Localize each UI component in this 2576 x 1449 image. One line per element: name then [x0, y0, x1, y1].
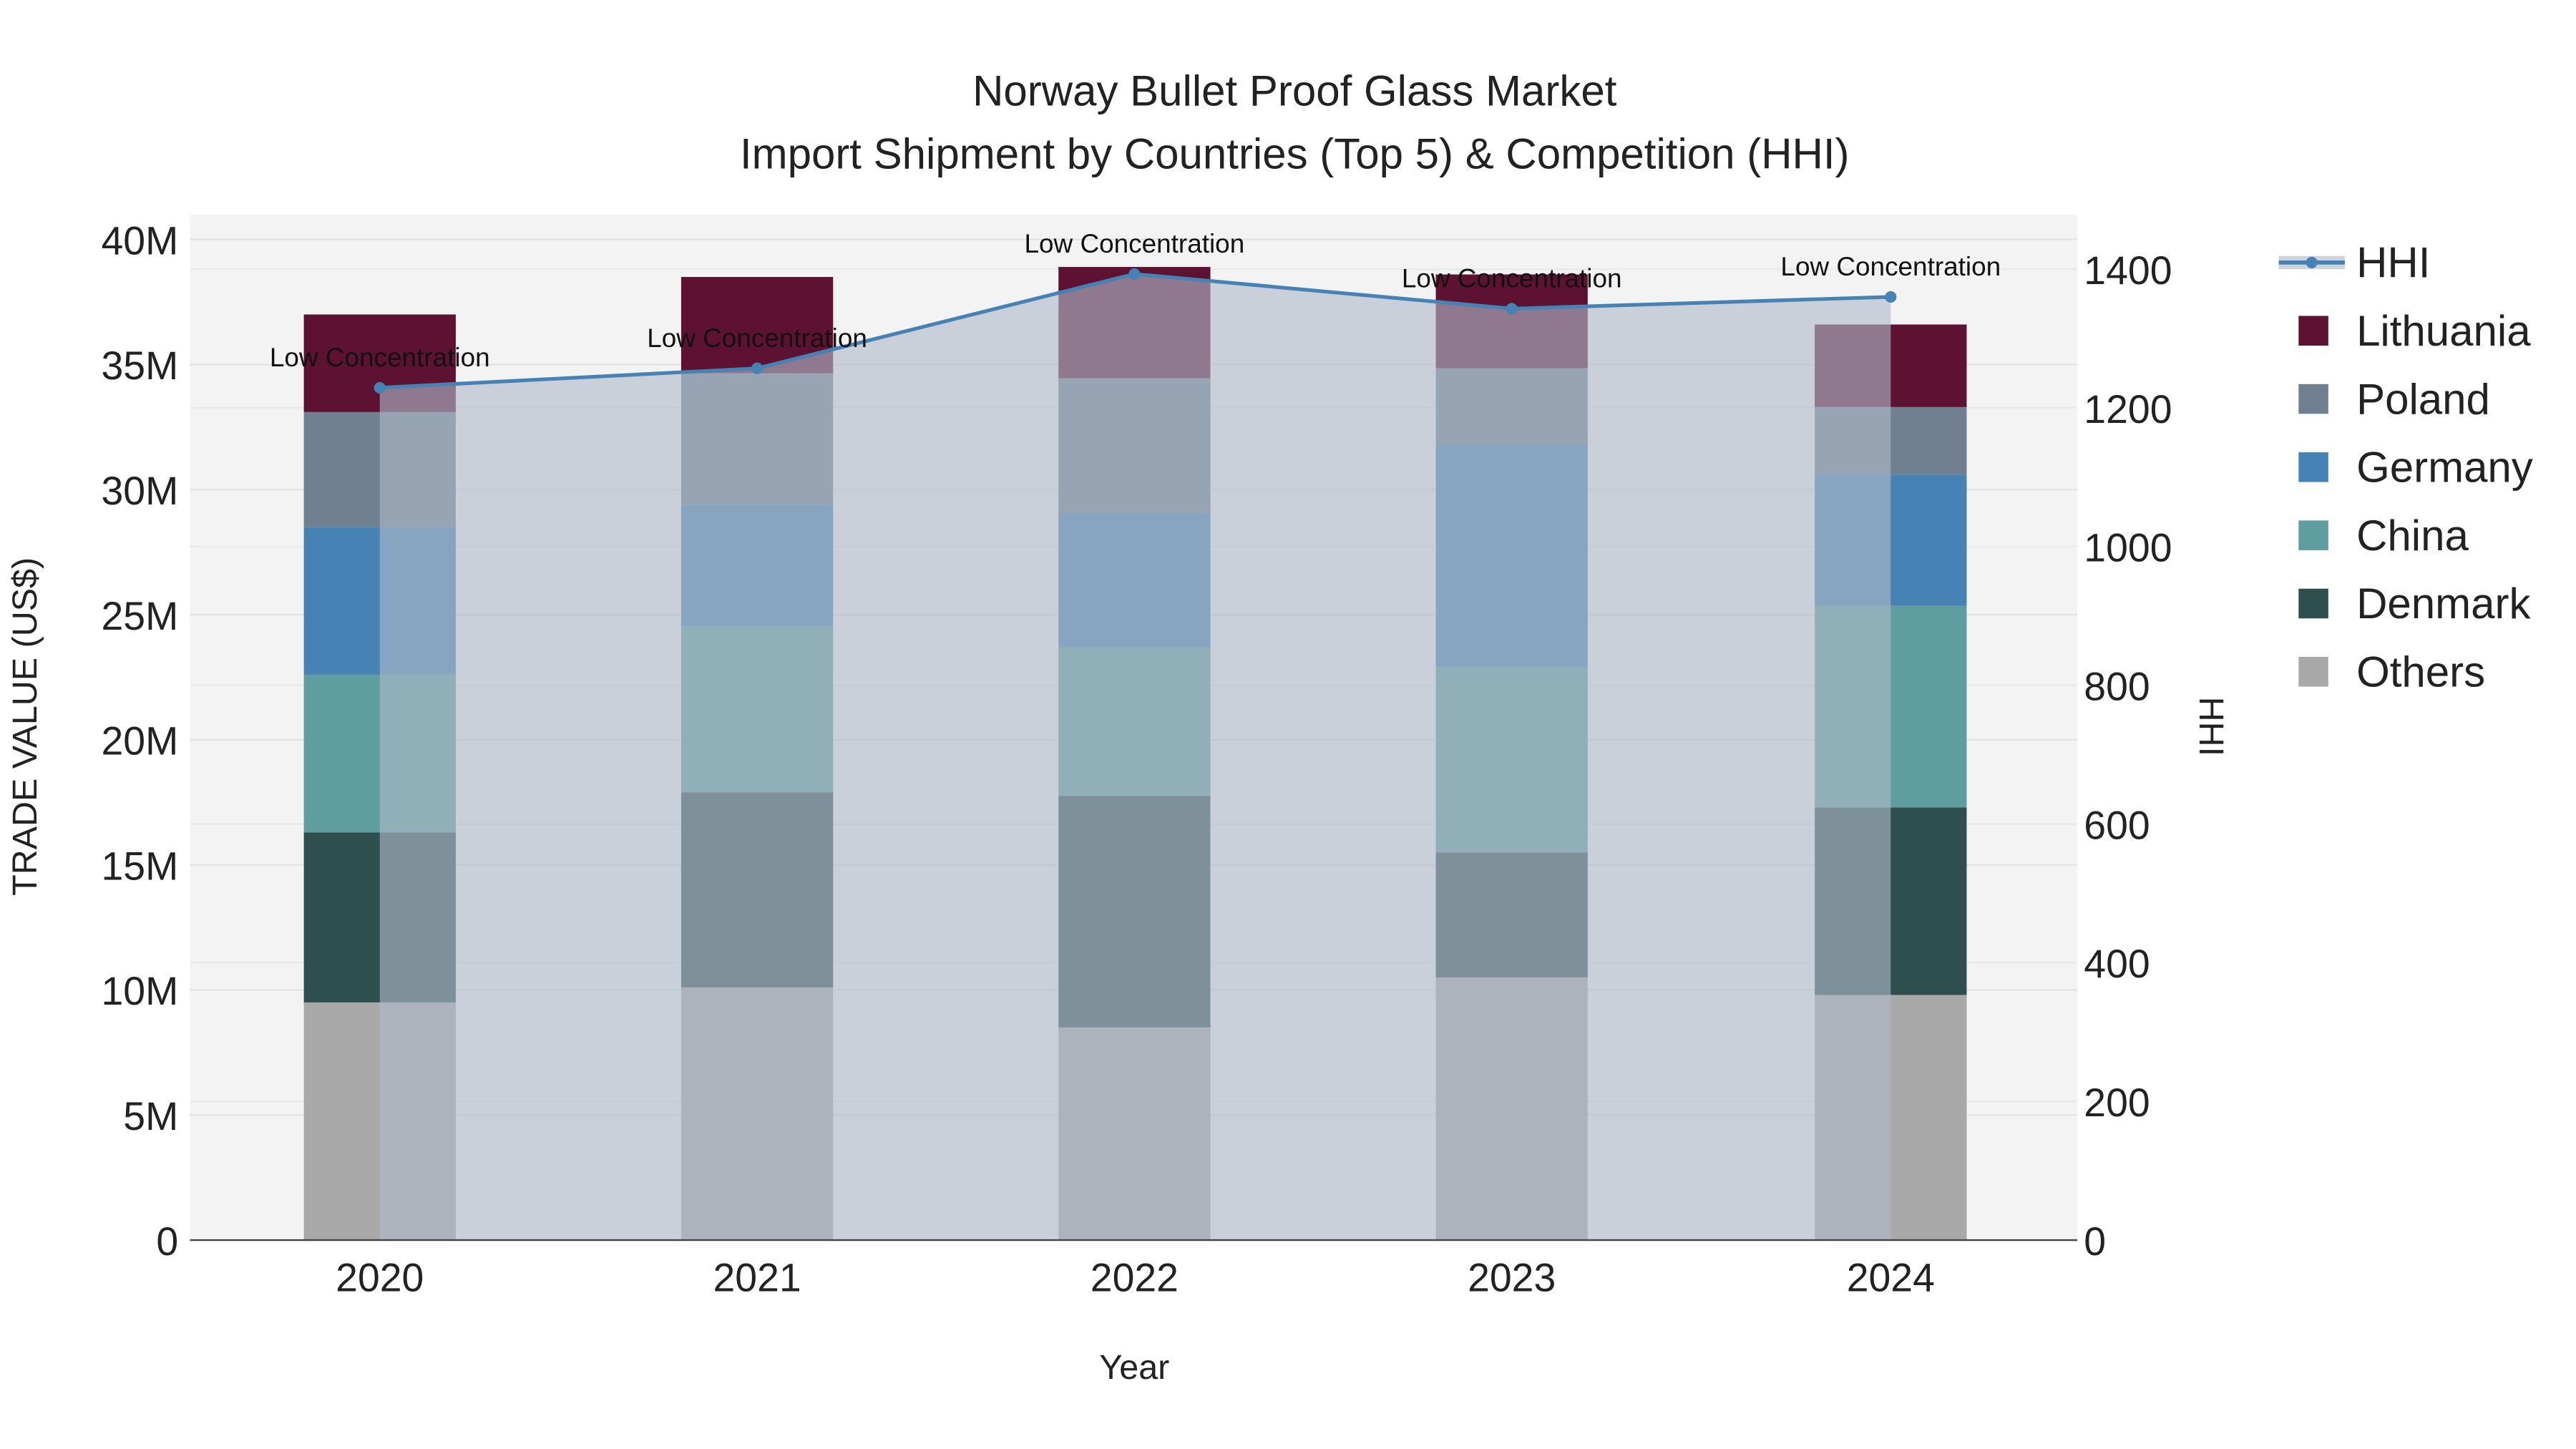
hhi-area	[379, 273, 1891, 1241]
legend: HHI Lithuania Poland Germany China Denmark Oth…	[2278, 239, 2533, 696]
legend-item-others[interactable]: Others	[2298, 648, 2485, 696]
y-tick-label: 20M	[101, 719, 178, 763]
y2-tick-label: 1400	[2084, 248, 2172, 293]
legend-label: Germany	[2356, 444, 2533, 492]
hhi-point-2024	[1885, 291, 1897, 303]
legend-label: Denmark	[2356, 580, 2531, 628]
y-axis-title: TRADE VALUE (US$)	[6, 557, 44, 896]
hhi-point-2021	[751, 362, 763, 374]
y-tick-label: 15M	[101, 844, 178, 888]
legend-label: Others	[2356, 648, 2485, 696]
hhi-point-2020	[374, 381, 386, 394]
legend-swatch	[2298, 384, 2328, 414]
chart-title: Norway Bullet Proof Glass Market	[972, 67, 1617, 115]
hhi-annotation: Low Concentration	[647, 323, 867, 353]
legend-swatch	[2298, 520, 2328, 550]
x-tick-label: 2021	[713, 1256, 801, 1300]
y-tick-label: 25M	[101, 594, 178, 638]
hhi-point-2022	[1128, 268, 1141, 280]
y2-tick-label: 0	[2084, 1219, 2106, 1264]
legend-label: China	[2356, 512, 2469, 560]
y2-tick-label: 200	[2084, 1080, 2150, 1125]
x-axis-title: Year	[1099, 1348, 1169, 1387]
y-tick-label: 10M	[101, 969, 178, 1013]
legend-swatch	[2298, 657, 2328, 687]
y-tick-label: 30M	[101, 469, 178, 513]
chart: Norway Bullet Proof Glass Market Import …	[6, 67, 2533, 1387]
y-tick-label: 35M	[101, 343, 178, 388]
legend-item-germany[interactable]: Germany	[2298, 444, 2533, 492]
y2-tick-label: 400	[2084, 942, 2150, 986]
legend-label: HHI	[2356, 239, 2430, 287]
hhi-annotation: Low Concentration	[270, 343, 490, 372]
y-tick-label: 0	[156, 1219, 178, 1264]
legend-item-hhi[interactable]: HHI	[2278, 239, 2431, 287]
legend-swatch	[2298, 588, 2328, 619]
y2-tick-label: 600	[2084, 803, 2150, 847]
y2-tick-label: 1200	[2084, 387, 2172, 431]
x-tick-label: 2020	[336, 1256, 424, 1300]
legend-label: Lithuania	[2356, 307, 2531, 355]
y-tick-label: 40M	[101, 218, 178, 263]
x-tick-label: 2024	[1847, 1256, 1935, 1300]
legend-item-lithuania[interactable]: Lithuania	[2298, 307, 2531, 355]
legend-item-poland[interactable]: Poland	[2298, 375, 2490, 423]
legend-swatch	[2298, 316, 2328, 346]
x-tick-label: 2022	[1091, 1256, 1179, 1300]
x-tick-label: 2023	[1468, 1256, 1556, 1300]
hhi-annotation: Low Concentration	[1780, 252, 2001, 281]
legend-item-china[interactable]: China	[2298, 512, 2469, 560]
legend-swatch	[2298, 452, 2328, 482]
hhi-annotation: Low Concentration	[1025, 229, 1245, 258]
hhi-annotation: Low Concentration	[1402, 263, 1622, 293]
legend-swatch-marker	[2306, 256, 2318, 268]
legend-item-denmark[interactable]: Denmark	[2298, 580, 2531, 628]
y2-tick-label: 1000	[2084, 526, 2172, 570]
hhi-point-2023	[1506, 303, 1518, 315]
legend-label: Poland	[2356, 375, 2490, 423]
chart-subtitle: Import Shipment by Countries (Top 5) & C…	[740, 130, 1850, 177]
y-tick-label: 5M	[123, 1094, 178, 1138]
y2-axis-title: HHI	[2192, 697, 2230, 756]
y2-tick-label: 800	[2084, 664, 2150, 708]
